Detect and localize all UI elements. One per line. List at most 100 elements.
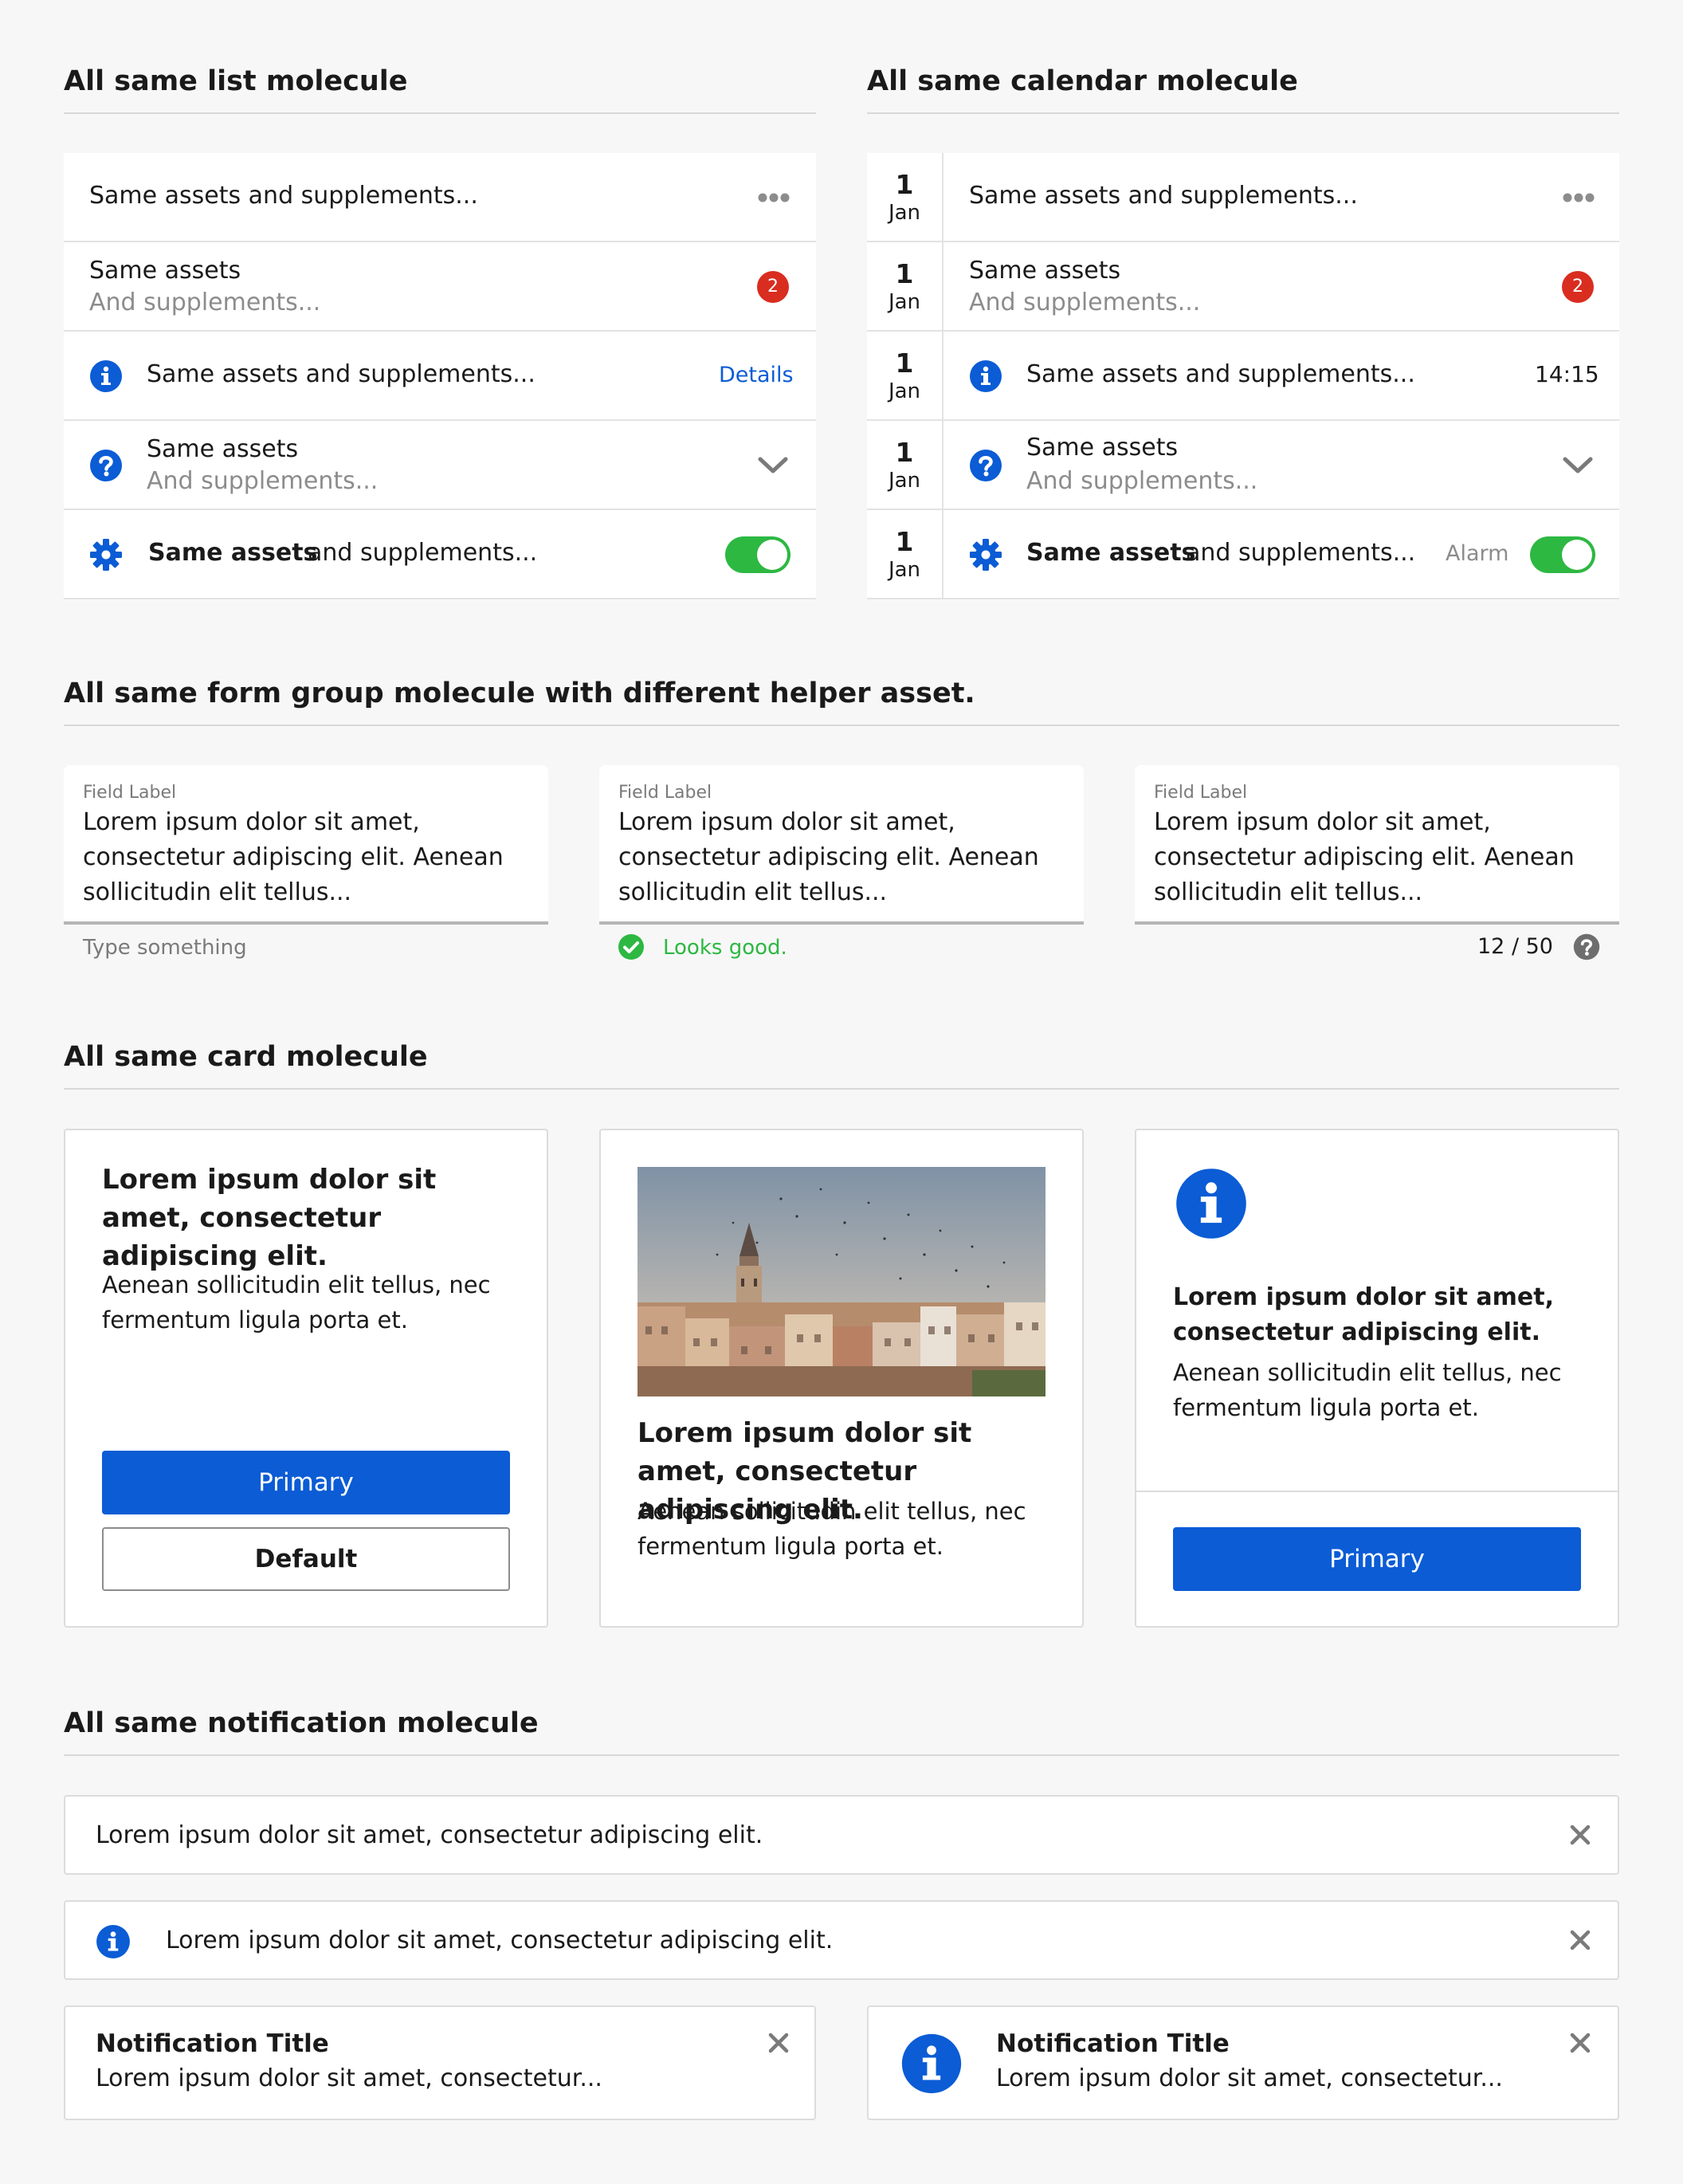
notification-message: Lorem ipsum dolor sit amet, consectetur … xyxy=(96,1821,763,1849)
card-section-divider xyxy=(64,1088,1619,1090)
calendar-item[interactable]: 1 Jan Same assets and supplements... 14:… xyxy=(867,332,1619,421)
info-icon xyxy=(900,2033,963,2095)
notification: Notification Title Lorem ipsum dolor sit… xyxy=(867,2005,1619,2120)
card-title: Lorem ipsum dolor sit amet, consectetur … xyxy=(1173,1283,1554,1346)
close-icon[interactable] xyxy=(768,2033,789,2053)
calendar-item-label: Same assets and supplements... xyxy=(969,182,1358,210)
character-counter: 12 / 50 xyxy=(1477,934,1553,959)
form-section-divider xyxy=(64,725,1619,726)
field-label: Field Label xyxy=(83,783,177,803)
text-field[interactable]: Field Label Lorem ipsum dolor sit amet, … xyxy=(64,765,548,925)
primary-button[interactable]: Primary xyxy=(102,1451,510,1514)
calendar-item[interactable]: 1 Jan Same assets And supplements... 2 xyxy=(867,242,1619,332)
field-label: Field Label xyxy=(1154,783,1248,803)
date-block: 1 Jan xyxy=(867,242,944,332)
date-day: 1 xyxy=(895,526,914,557)
toggle-knob xyxy=(757,540,787,570)
card-footer-divider xyxy=(1136,1491,1618,1492)
date-month: Jan xyxy=(888,469,921,493)
list-item-label: and supplements... xyxy=(308,539,538,567)
list-item-sublabel: And supplements... xyxy=(147,467,379,495)
chevron-down-icon[interactable] xyxy=(1562,456,1594,475)
calendar-item-label: Same assets xyxy=(1026,434,1179,462)
info-icon xyxy=(969,359,1002,393)
more-icon[interactable] xyxy=(1562,192,1595,203)
count-badge: 2 xyxy=(1562,271,1594,303)
notification-section-divider xyxy=(64,1754,1619,1756)
close-icon[interactable] xyxy=(1570,1930,1591,1950)
calendar-item[interactable]: 1 Jan Same assets and supplements... Ala… xyxy=(867,510,1619,599)
help-icon[interactable] xyxy=(1573,933,1600,960)
gear-icon xyxy=(969,538,1002,572)
date-block: 1 Jan xyxy=(867,153,944,242)
notification-message: Lorem ipsum dolor sit amet, consectetur.… xyxy=(96,2064,602,2092)
notification: Notification Title Lorem ipsum dolor sit… xyxy=(64,2005,816,2120)
count-badge: 2 xyxy=(757,271,789,303)
info-icon xyxy=(1175,1167,1248,1240)
list-molecule: Same assets and supplements... Same asse… xyxy=(64,153,816,599)
notification: Lorem ipsum dolor sit amet, consectetur … xyxy=(64,1900,1619,1980)
field-label: Field Label xyxy=(618,783,712,803)
list-item-label: Same assets and supplements... xyxy=(147,360,536,388)
field-value[interactable]: Lorem ipsum dolor sit amet, consectetur … xyxy=(83,805,529,910)
date-day: 1 xyxy=(895,348,914,379)
date-month: Jan xyxy=(888,558,921,582)
notification-message: Lorem ipsum dolor sit amet, consectetur … xyxy=(166,1927,834,1954)
gear-icon xyxy=(89,538,123,572)
calendar-item[interactable]: 1 Jan Same assets And supplements... xyxy=(867,421,1619,510)
card-body: Aenean sollicitudin elit tellus, nec fer… xyxy=(638,1498,1026,1560)
card-body: Aenean sollicitudin elit tellus, nec fer… xyxy=(1173,1359,1562,1421)
list-item[interactable]: Same assets And supplements... 2 xyxy=(64,242,816,332)
more-icon[interactable] xyxy=(757,192,790,203)
alarm-toggle[interactable] xyxy=(1530,536,1595,573)
check-circle-icon xyxy=(618,933,645,960)
help-icon xyxy=(89,449,123,482)
help-icon xyxy=(969,449,1002,482)
close-icon[interactable] xyxy=(1570,1825,1591,1845)
calendar-item-label: Same assets and supplements... xyxy=(1026,360,1415,388)
close-icon[interactable] xyxy=(1570,2033,1591,2053)
field-value[interactable]: Lorem ipsum dolor sit amet, consectetur … xyxy=(1154,805,1600,910)
text-field[interactable]: Field Label Lorem ipsum dolor sit amet, … xyxy=(599,765,1084,925)
date-month: Jan xyxy=(888,290,921,314)
calendar-item-sublabel: And supplements... xyxy=(1026,467,1258,495)
list-item[interactable]: Same assets And supplements... xyxy=(64,421,816,510)
details-link[interactable]: Details xyxy=(719,363,794,387)
list-item[interactable]: Same assets and supplements... xyxy=(64,153,816,242)
card: Lorem ipsum dolor sit amet, consectetur … xyxy=(1135,1129,1619,1628)
card: Lorem ipsum dolor sit amet, consectetur … xyxy=(599,1129,1084,1628)
calendar-item[interactable]: 1 Jan Same assets and supplements... xyxy=(867,153,1619,242)
card-section-title: All same card molecule xyxy=(64,1041,428,1073)
toggle-switch[interactable] xyxy=(725,536,790,573)
calendar-item-bold-label: Same assets xyxy=(1026,539,1196,567)
notification-section-title: All same notification molecule xyxy=(64,1707,539,1739)
list-item[interactable]: Same assets and supplements... Details xyxy=(64,332,816,421)
field-value[interactable]: Lorem ipsum dolor sit amet, consectetur … xyxy=(618,805,1065,910)
chevron-down-icon[interactable] xyxy=(757,456,789,475)
date-month: Jan xyxy=(888,379,921,403)
date-day: 1 xyxy=(895,169,914,200)
notification-message: Lorem ipsum dolor sit amet, consectetur.… xyxy=(996,2064,1503,2092)
event-time: 14:15 xyxy=(1535,361,1599,387)
card: Lorem ipsum dolor sit amet, consectetur … xyxy=(64,1129,548,1628)
primary-button[interactable]: Primary xyxy=(1173,1527,1581,1591)
success-helper-text: Looks good. xyxy=(663,936,787,960)
list-item[interactable]: Same assets and supplements... xyxy=(64,510,816,599)
notification-title: Notification Title xyxy=(996,2029,1230,2058)
default-button[interactable]: Default xyxy=(102,1527,510,1591)
city-photo xyxy=(638,1167,1046,1396)
date-block: 1 Jan xyxy=(867,332,944,421)
list-item-bold-label: Same assets xyxy=(148,539,318,567)
list-section-divider xyxy=(64,112,816,114)
date-block: 1 Jan xyxy=(867,510,944,599)
calendar-section-title: All same calendar molecule xyxy=(867,65,1298,97)
calendar-item-label: Same assets xyxy=(969,257,1121,285)
list-item-label: Same assets xyxy=(89,257,241,285)
toggle-knob xyxy=(1562,540,1592,570)
list-item-label: Same assets and supplements... xyxy=(89,182,478,210)
calendar-molecule: 1 Jan Same assets and supplements... 1 J… xyxy=(867,153,1619,599)
list-section-title: All same list molecule xyxy=(64,65,408,97)
calendar-section-divider xyxy=(867,112,1619,114)
text-field[interactable]: Field Label Lorem ipsum dolor sit amet, … xyxy=(1135,765,1619,925)
info-icon xyxy=(96,1924,131,1959)
